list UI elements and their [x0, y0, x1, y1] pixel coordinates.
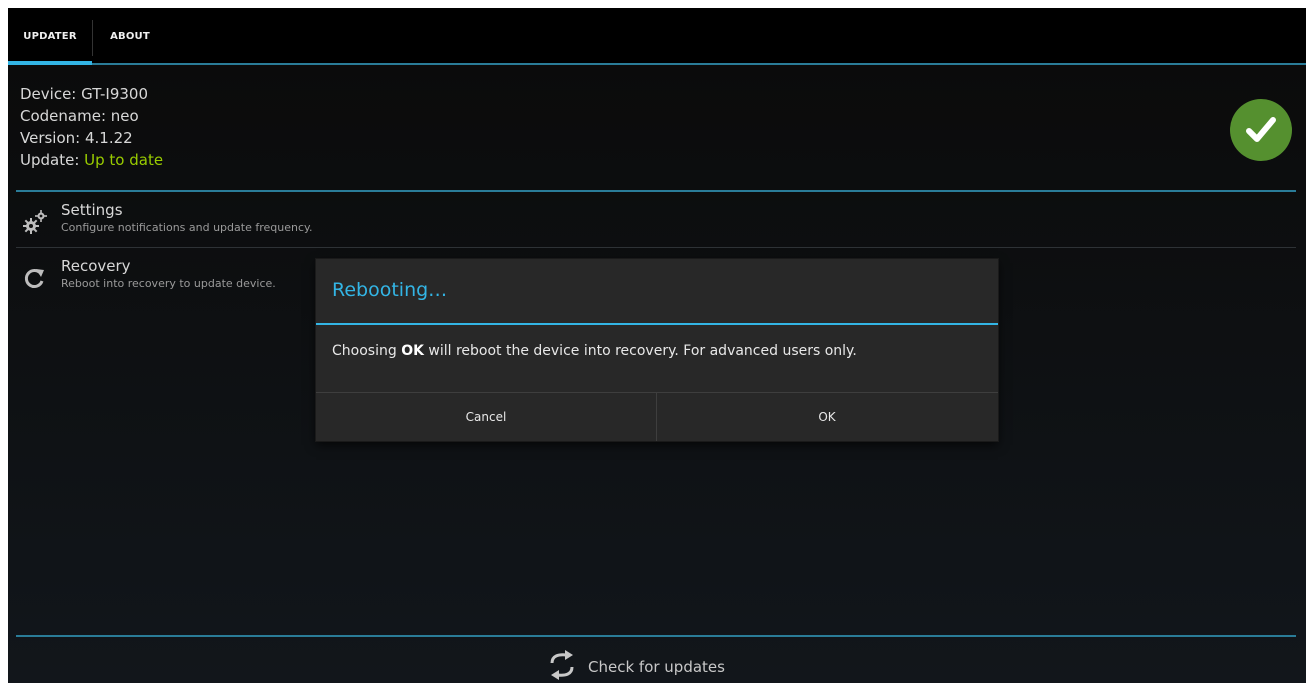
- cancel-button[interactable]: Cancel: [316, 393, 656, 441]
- dialog-message-prefix: Choosing: [332, 343, 402, 359]
- dialog-title: Rebooting…: [332, 279, 448, 301]
- ok-button[interactable]: OK: [657, 393, 997, 441]
- reboot-dialog: Rebooting… Choosing OK will reboot the d…: [316, 259, 998, 441]
- dialog-title-divider: [316, 323, 998, 325]
- dialog-message: Choosing OK will reboot the device into …: [332, 343, 857, 359]
- dialog-message-ok: OK: [401, 343, 424, 359]
- dialog-message-suffix: will reboot the device into recovery. Fo…: [423, 343, 857, 359]
- screen: UPDATER ABOUT Device: GT-I9300 Codename:…: [8, 8, 1306, 683]
